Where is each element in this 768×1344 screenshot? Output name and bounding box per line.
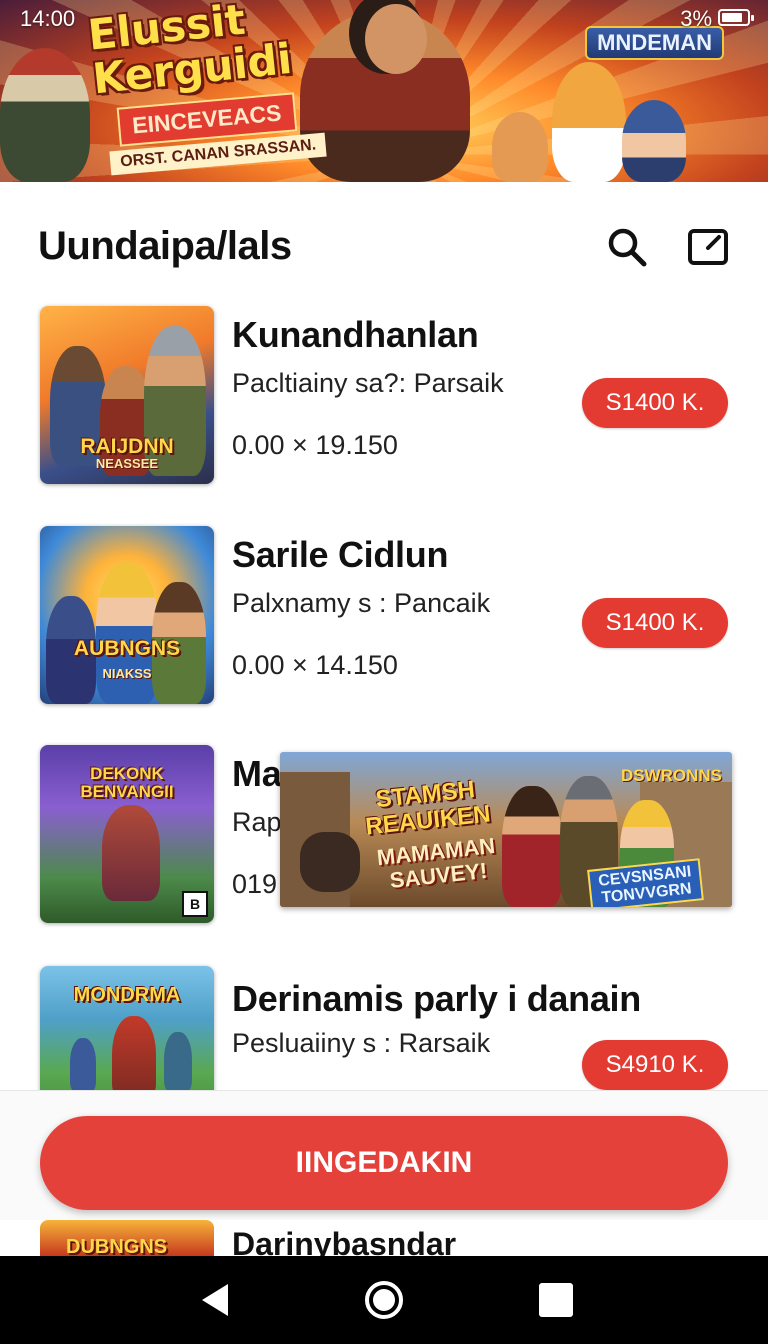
- list-item[interactable]: AUBNGNS NIAKSS Sarile Cidlun Palxnamy s …: [0, 526, 768, 726]
- ad-title: STAMSH REAUIKEN: [364, 775, 492, 841]
- item-stats: 019: [232, 869, 278, 899]
- item-title-peek[interactable]: Darinybasndar: [232, 1226, 456, 1256]
- battery-percentage: 3%: [680, 6, 712, 31]
- item-title[interactable]: Derinamis parly i danain: [232, 978, 641, 1020]
- ad-brand: DSWRONNS: [620, 766, 722, 785]
- thumbnail-title: RAIJDNN: [80, 435, 174, 458]
- game-thumbnail-peek[interactable]: DUBNGNS: [40, 1220, 214, 1256]
- ad-subtitle: MAMAMAN SAUVEY!: [375, 832, 497, 893]
- back-button[interactable]: [194, 1278, 238, 1322]
- back-triangle-icon: [202, 1284, 228, 1316]
- thumbnail-title: MONDRMA: [73, 984, 181, 1006]
- thumbnail-title: DUBNGNS: [66, 1236, 168, 1256]
- game-thumbnail[interactable]: AUBNGNS NIAKSS: [40, 526, 214, 704]
- price-button[interactable]: S1400 K.: [582, 598, 728, 648]
- thumbnail-title: AUBNGNS: [73, 637, 181, 660]
- app-screen: Elussit Kerguidi EINCEVEACS ORST. CANAN …: [0, 0, 768, 1344]
- compose-icon: [688, 229, 728, 265]
- item-title[interactable]: Kunandhanlan: [232, 314, 479, 356]
- game-thumbnail[interactable]: DEKONK BENVANGII B: [40, 745, 214, 923]
- soldier-character: [0, 48, 90, 182]
- battery-icon: [718, 9, 754, 26]
- page-title: Uundaipa/lals: [38, 224, 292, 268]
- search-button[interactable]: [604, 224, 650, 270]
- navigation-bar: [0, 1256, 768, 1344]
- item-stats: 0.00 × 14.150: [232, 650, 398, 680]
- item-title[interactable]: Sarile Cidlun: [232, 534, 448, 576]
- item-title[interactable]: Ma: [232, 753, 282, 795]
- cat-character: [492, 112, 548, 182]
- thumbnail-title: DEKONK BENVANGII: [80, 764, 174, 801]
- home-button[interactable]: [362, 1278, 406, 1322]
- ad-banner[interactable]: STAMSH REAUIKEN MAMAMAN SAUVEY! DSWRONNS…: [280, 752, 732, 907]
- age-rating-badge: B: [182, 891, 208, 917]
- thumbnail-subtitle: NIAKSS: [102, 666, 152, 681]
- fox-character: [552, 62, 626, 182]
- thumbnail-subtitle: NEASSEE: [95, 456, 159, 471]
- item-meta: Pesluaiiny s : Rarsaik: [232, 1028, 491, 1058]
- kid-character: [622, 100, 686, 182]
- recents-square-icon: [539, 1283, 573, 1317]
- status-bar: 14:00 3%: [0, 0, 768, 34]
- item-meta: Rap: [232, 807, 282, 837]
- search-icon: [608, 228, 647, 267]
- status-time: 14:00: [20, 6, 76, 31]
- item-meta: Palxnamy s : Pancaik: [232, 588, 491, 618]
- home-circle-icon: [365, 1281, 403, 1319]
- item-stats: 0.00 × 19.150: [232, 430, 398, 460]
- price-button[interactable]: S4910 K.: [582, 1040, 728, 1090]
- list-item[interactable]: RAIJDNN NEASSEE Kunandhanlan Pacltiainy …: [0, 306, 768, 506]
- game-thumbnail[interactable]: RAIJDNN NEASSEE: [40, 306, 214, 484]
- price-button[interactable]: S1400 K.: [582, 378, 728, 428]
- recents-button[interactable]: [534, 1278, 578, 1322]
- compose-button[interactable]: [686, 224, 732, 270]
- primary-cta-button[interactable]: IINGEDAKIN: [40, 1116, 728, 1210]
- item-meta: Pacltiainy sa?: Parsaik: [232, 368, 504, 398]
